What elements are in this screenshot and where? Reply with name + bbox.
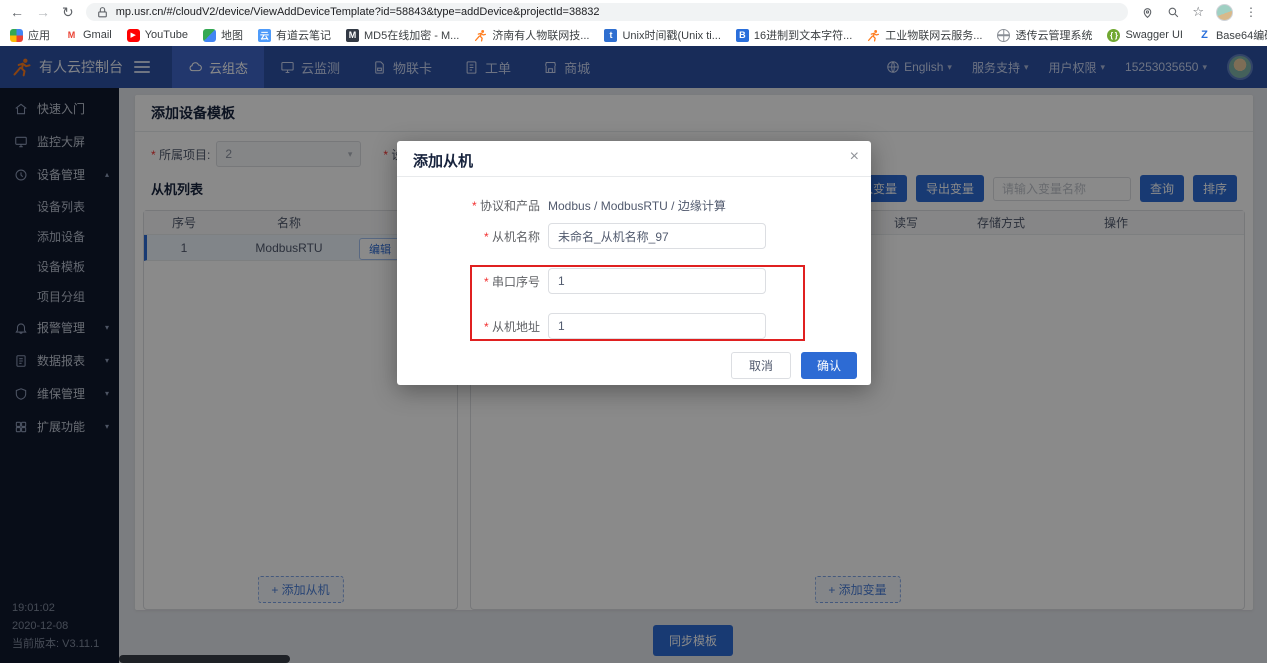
browser-chrome: ← → ↻ mp.usr.cn/#/cloudV2/device/ViewAdd… xyxy=(0,0,1267,46)
browser-menu-icon[interactable]: ⋮ xyxy=(1245,5,1257,19)
bookmark-base64[interactable]: ZBase64编码转换工... xyxy=(1198,27,1267,43)
cancel-button[interactable]: 取消 xyxy=(731,352,791,379)
swagger-icon: { } xyxy=(1107,29,1120,42)
serial-port-input[interactable] xyxy=(548,268,766,294)
browser-profile-avatar[interactable] xyxy=(1216,4,1233,21)
address-bar-row: ← → ↻ mp.usr.cn/#/cloudV2/device/ViewAdd… xyxy=(0,0,1267,24)
slave-name-input[interactable] xyxy=(548,223,766,249)
bookmark-maps[interactable]: 地图 xyxy=(203,27,243,43)
slave-address-label: 从机地址 xyxy=(397,318,548,335)
slave-name-row: 从机名称 xyxy=(397,223,871,249)
maps-icon xyxy=(203,29,216,42)
confirm-button[interactable]: 确认 xyxy=(801,352,857,379)
hex-b-icon: B xyxy=(736,29,749,42)
bookmark-hex-text[interactable]: B16进制到文本字符... xyxy=(736,27,852,43)
modal-footer: 取消 确认 xyxy=(397,352,871,379)
bookmark-md5[interactable]: MMD5在线加密 - M... xyxy=(346,27,459,43)
bookmark-youdao[interactable]: 云有道云笔记 xyxy=(258,27,331,43)
bookmark-passthrough-cloud[interactable]: 透传云管理系统 xyxy=(997,27,1092,43)
protocol-label: 协议和产品 xyxy=(397,197,548,214)
location-pin-icon[interactable] xyxy=(1140,5,1154,19)
zoom-icon[interactable] xyxy=(1166,5,1180,19)
md5-icon: M xyxy=(346,29,359,42)
usr-person-icon xyxy=(867,29,880,42)
base64-z-icon: Z xyxy=(1198,29,1211,42)
bookmark-star-icon[interactable]: ☆ xyxy=(1192,4,1204,20)
gmail-icon: M xyxy=(65,29,78,42)
serial-port-label: 串口序号 xyxy=(397,273,548,290)
protocol-value: Modbus / ModbusRTU / 边缘计算 xyxy=(548,197,726,214)
youtube-icon: ▶ xyxy=(127,29,140,42)
serial-port-row: 串口序号 xyxy=(397,268,871,294)
modal-title: 添加从机 xyxy=(413,153,473,170)
bookmark-unix-time[interactable]: tUnix时间戳(Unix ti... xyxy=(604,27,720,43)
youdao-icon: 云 xyxy=(258,29,271,42)
close-icon[interactable]: × xyxy=(850,149,859,165)
globe-icon xyxy=(997,29,1010,42)
url-bar[interactable]: mp.usr.cn/#/cloudV2/device/ViewAddDevice… xyxy=(86,3,1129,21)
slave-address-row: 从机地址 xyxy=(397,313,871,339)
bookmark-swagger[interactable]: { }Swagger UI xyxy=(1107,29,1182,42)
bookmark-usr-tech[interactable]: 济南有人物联网技... xyxy=(474,27,589,43)
url-text: mp.usr.cn/#/cloudV2/device/ViewAddDevice… xyxy=(116,6,600,18)
unix-clock-icon: t xyxy=(604,29,617,42)
bookmark-gmail[interactable]: MGmail xyxy=(65,29,112,42)
slave-name-label: 从机名称 xyxy=(397,228,548,245)
bookmark-apps[interactable]: 应用 xyxy=(10,27,50,43)
bookmarks-bar: 应用 MGmail ▶YouTube 地图 云有道云笔记 MMD5在线加密 - … xyxy=(0,24,1267,46)
bookmark-youtube[interactable]: ▶YouTube xyxy=(127,29,188,42)
bookmark-iiot-cloud[interactable]: 工业物联网云服务... xyxy=(867,27,982,43)
padlock-icon xyxy=(96,5,110,19)
screen: ← → ↻ mp.usr.cn/#/cloudV2/device/ViewAdd… xyxy=(0,0,1267,663)
protocol-row: 协议和产品 Modbus / ModbusRTU / 边缘计算 xyxy=(397,195,871,215)
back-button[interactable]: ← xyxy=(10,5,24,19)
reload-button[interactable]: ↻ xyxy=(62,5,74,19)
forward-button[interactable]: → xyxy=(36,5,50,19)
app-viewport: 有人云控制台 云组态 云监测 物联卡 工单 xyxy=(0,46,1267,663)
slave-address-input[interactable] xyxy=(548,313,766,339)
usr-person-icon xyxy=(474,29,487,42)
modal-header: 添加从机 × xyxy=(397,141,871,177)
add-slave-modal: 添加从机 × 协议和产品 Modbus / ModbusRTU / 边缘计算 从… xyxy=(397,141,871,385)
apps-grid-icon xyxy=(10,29,23,42)
